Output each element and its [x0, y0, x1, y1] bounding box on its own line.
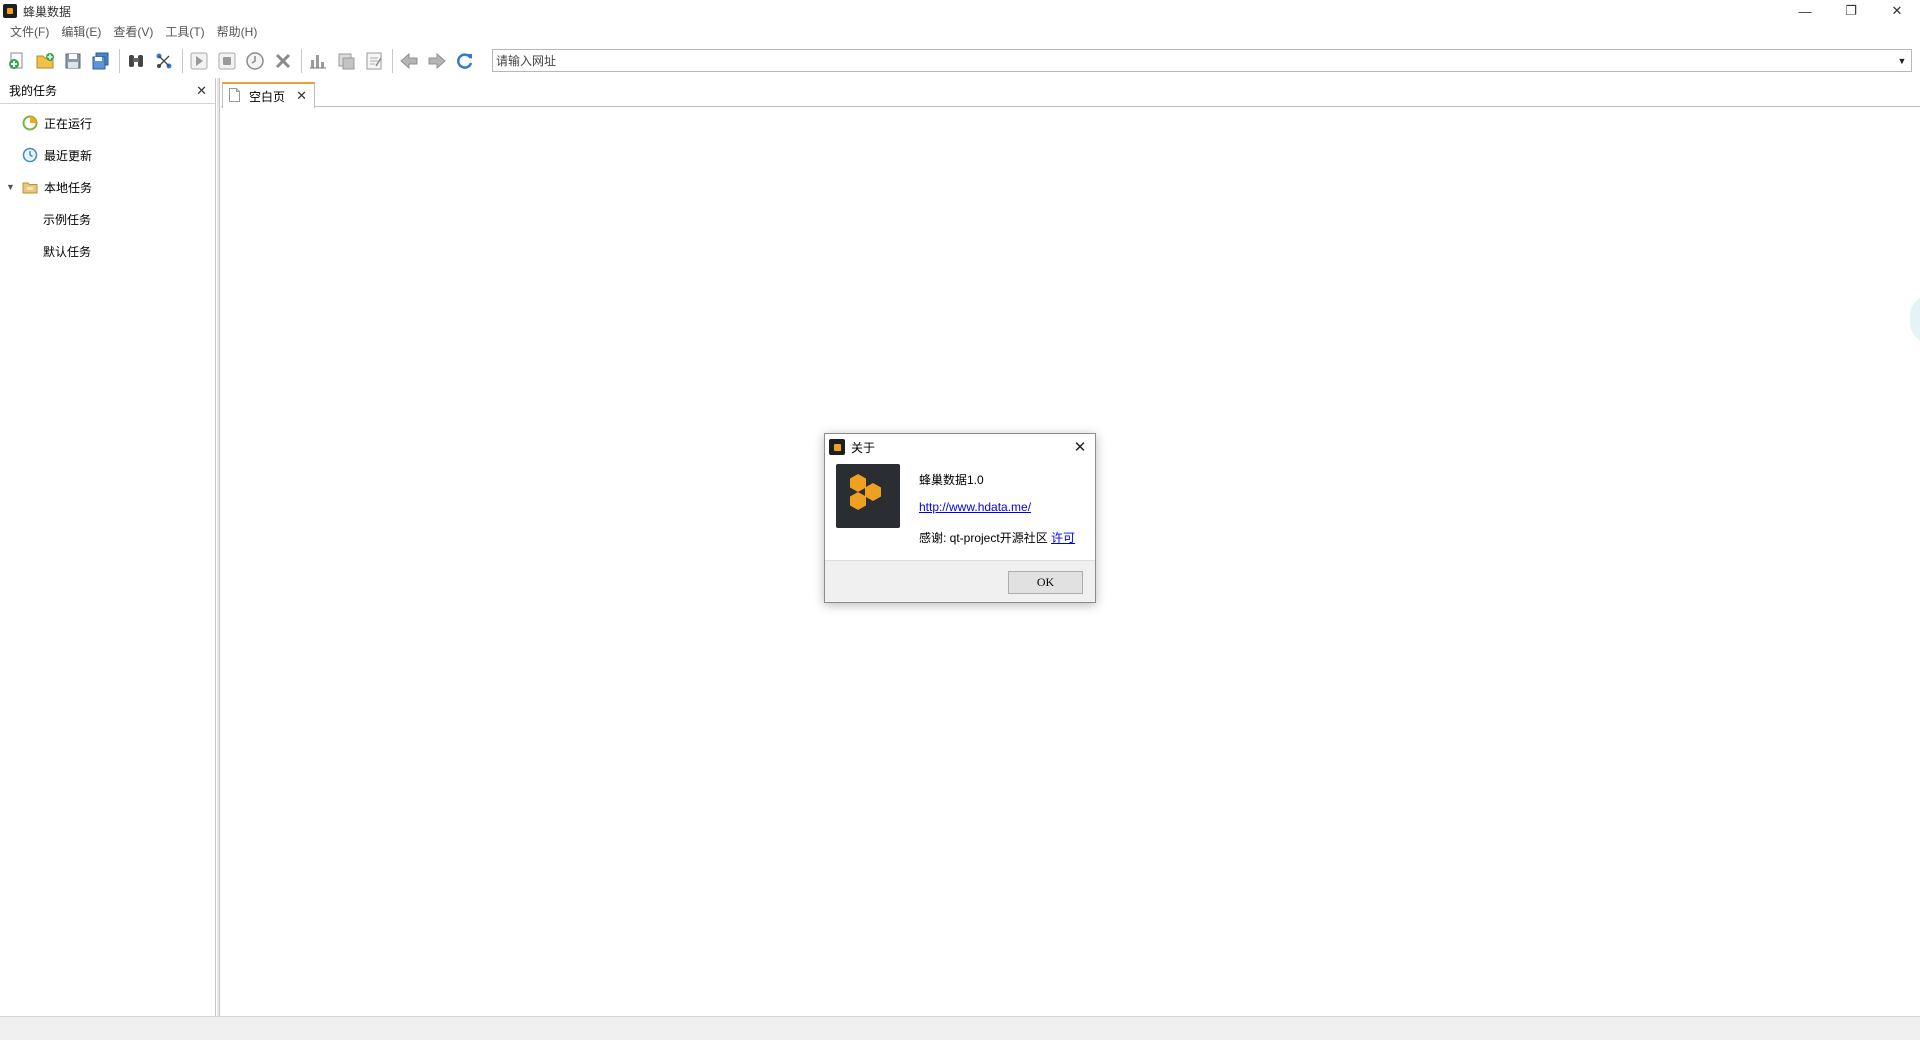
tab-bar: 空白页 ✕	[221, 80, 1920, 108]
dialog-title: 关于	[851, 440, 876, 455]
chart-icon[interactable]	[305, 48, 331, 74]
open-folder-icon[interactable]	[32, 48, 58, 74]
task-panel: 我的任务 ✕ 正在运行 最近更新 ▼ 本地任务 示例任务 默认任务	[0, 78, 216, 1016]
export-icon[interactable]	[333, 48, 359, 74]
menu-view[interactable]: 查看(V)	[107, 22, 159, 42]
toolbar: ▼	[0, 46, 1920, 76]
app-logo-icon	[3, 4, 17, 18]
back-arrow-icon[interactable]	[396, 48, 422, 74]
tree-item-default[interactable]: 默认任务	[0, 235, 215, 267]
save-all-icon[interactable]	[88, 48, 114, 74]
ok-button[interactable]: OK	[1008, 571, 1083, 594]
forward-arrow-icon[interactable]	[424, 48, 450, 74]
app-logo-icon	[829, 439, 845, 455]
menu-edit[interactable]: 编辑(E)	[55, 22, 107, 42]
license-link[interactable]: 许可	[1051, 531, 1075, 545]
credits-text: 感谢: qt-project开源社区	[919, 531, 1048, 545]
url-input[interactable]	[493, 50, 1893, 71]
save-icon[interactable]	[60, 48, 86, 74]
website-link[interactable]: http://www.hdata.me/	[919, 500, 1031, 514]
tab-blank-page[interactable]: 空白页 ✕	[222, 82, 315, 108]
window-title: 蜂巢数据	[23, 4, 72, 19]
minimize-button[interactable]: —	[1782, 0, 1828, 22]
close-icon[interactable]: ✕	[196, 83, 207, 99]
tree-item-label: 最近更新	[44, 148, 93, 163]
toolbar-separator	[301, 49, 302, 73]
refresh-icon[interactable]	[452, 48, 478, 74]
tree-item-recent[interactable]: 最近更新	[0, 139, 215, 171]
tree-item-example[interactable]: 示例任务	[0, 203, 215, 235]
find-icon[interactable]	[123, 48, 149, 74]
delete-icon[interactable]	[270, 48, 296, 74]
dialog-body: 蜂巢数据1.0 http://www.hdata.me/ 感谢: qt-proj…	[825, 460, 1095, 560]
task-tree: 正在运行 最近更新 ▼ 本地任务 示例任务 默认任务	[0, 104, 215, 267]
running-icon	[22, 115, 38, 131]
run-icon[interactable]	[186, 48, 212, 74]
chevron-down-icon[interactable]: ▼	[1893, 50, 1911, 71]
menu-file[interactable]: 文件(F)	[4, 22, 55, 42]
tree-item-label: 正在运行	[44, 116, 93, 131]
panel-title: 我的任务	[9, 84, 58, 98]
dialog-titlebar: 关于 ✕	[825, 434, 1095, 460]
window-controls: — ❐ ✕	[1782, 0, 1920, 22]
dialog-footer: OK	[825, 560, 1095, 602]
tree-item-label: 本地任务	[44, 180, 93, 195]
status-bar	[0, 1016, 1920, 1040]
new-task-icon[interactable]	[4, 48, 30, 74]
close-window-button[interactable]: ✕	[1874, 0, 1920, 22]
url-bar: ▼	[492, 49, 1912, 72]
close-icon[interactable]: ✕	[1071, 438, 1089, 456]
stop-icon[interactable]	[214, 48, 240, 74]
edit-network-icon[interactable]	[151, 48, 177, 74]
panel-splitter[interactable]	[217, 78, 220, 1016]
clock-icon	[22, 147, 38, 163]
close-icon[interactable]: ✕	[296, 88, 307, 104]
tree-item-local[interactable]: ▼ 本地任务	[0, 171, 215, 203]
panel-header: 我的任务 ✕	[0, 78, 215, 104]
menu-bar: 文件(F) 编辑(E) 查看(V) 工具(T) 帮助(H)	[0, 22, 1920, 42]
tree-item-running[interactable]: 正在运行	[0, 107, 215, 139]
toolbar-separator	[182, 49, 183, 73]
title-bar: 蜂巢数据 — ❐ ✕	[0, 0, 1920, 22]
tab-label: 空白页	[249, 89, 286, 104]
expand-arrow-icon[interactable]: ▼	[6, 182, 16, 192]
tree-item-label: 默认任务	[43, 244, 92, 259]
about-dialog: 关于 ✕ 蜂巢数据1.0 http://www.hdata.me/ 感谢: qt…	[824, 433, 1096, 603]
menu-tools[interactable]: 工具(T)	[159, 22, 210, 42]
honeycomb-logo-icon	[836, 464, 900, 528]
toolbar-separator	[392, 49, 393, 73]
credits-line: 感谢: qt-project开源社区 许可	[919, 529, 1075, 546]
notes-icon[interactable]	[361, 48, 387, 74]
page-icon	[229, 87, 240, 105]
toolbar-separator	[119, 49, 120, 73]
product-version: 蜂巢数据1.0	[919, 473, 984, 487]
schedule-icon[interactable]	[242, 48, 268, 74]
folder-icon	[22, 179, 38, 195]
restore-button[interactable]: ❐	[1828, 0, 1874, 22]
menu-help[interactable]: 帮助(H)	[211, 22, 264, 42]
tree-item-label: 示例任务	[43, 212, 92, 227]
